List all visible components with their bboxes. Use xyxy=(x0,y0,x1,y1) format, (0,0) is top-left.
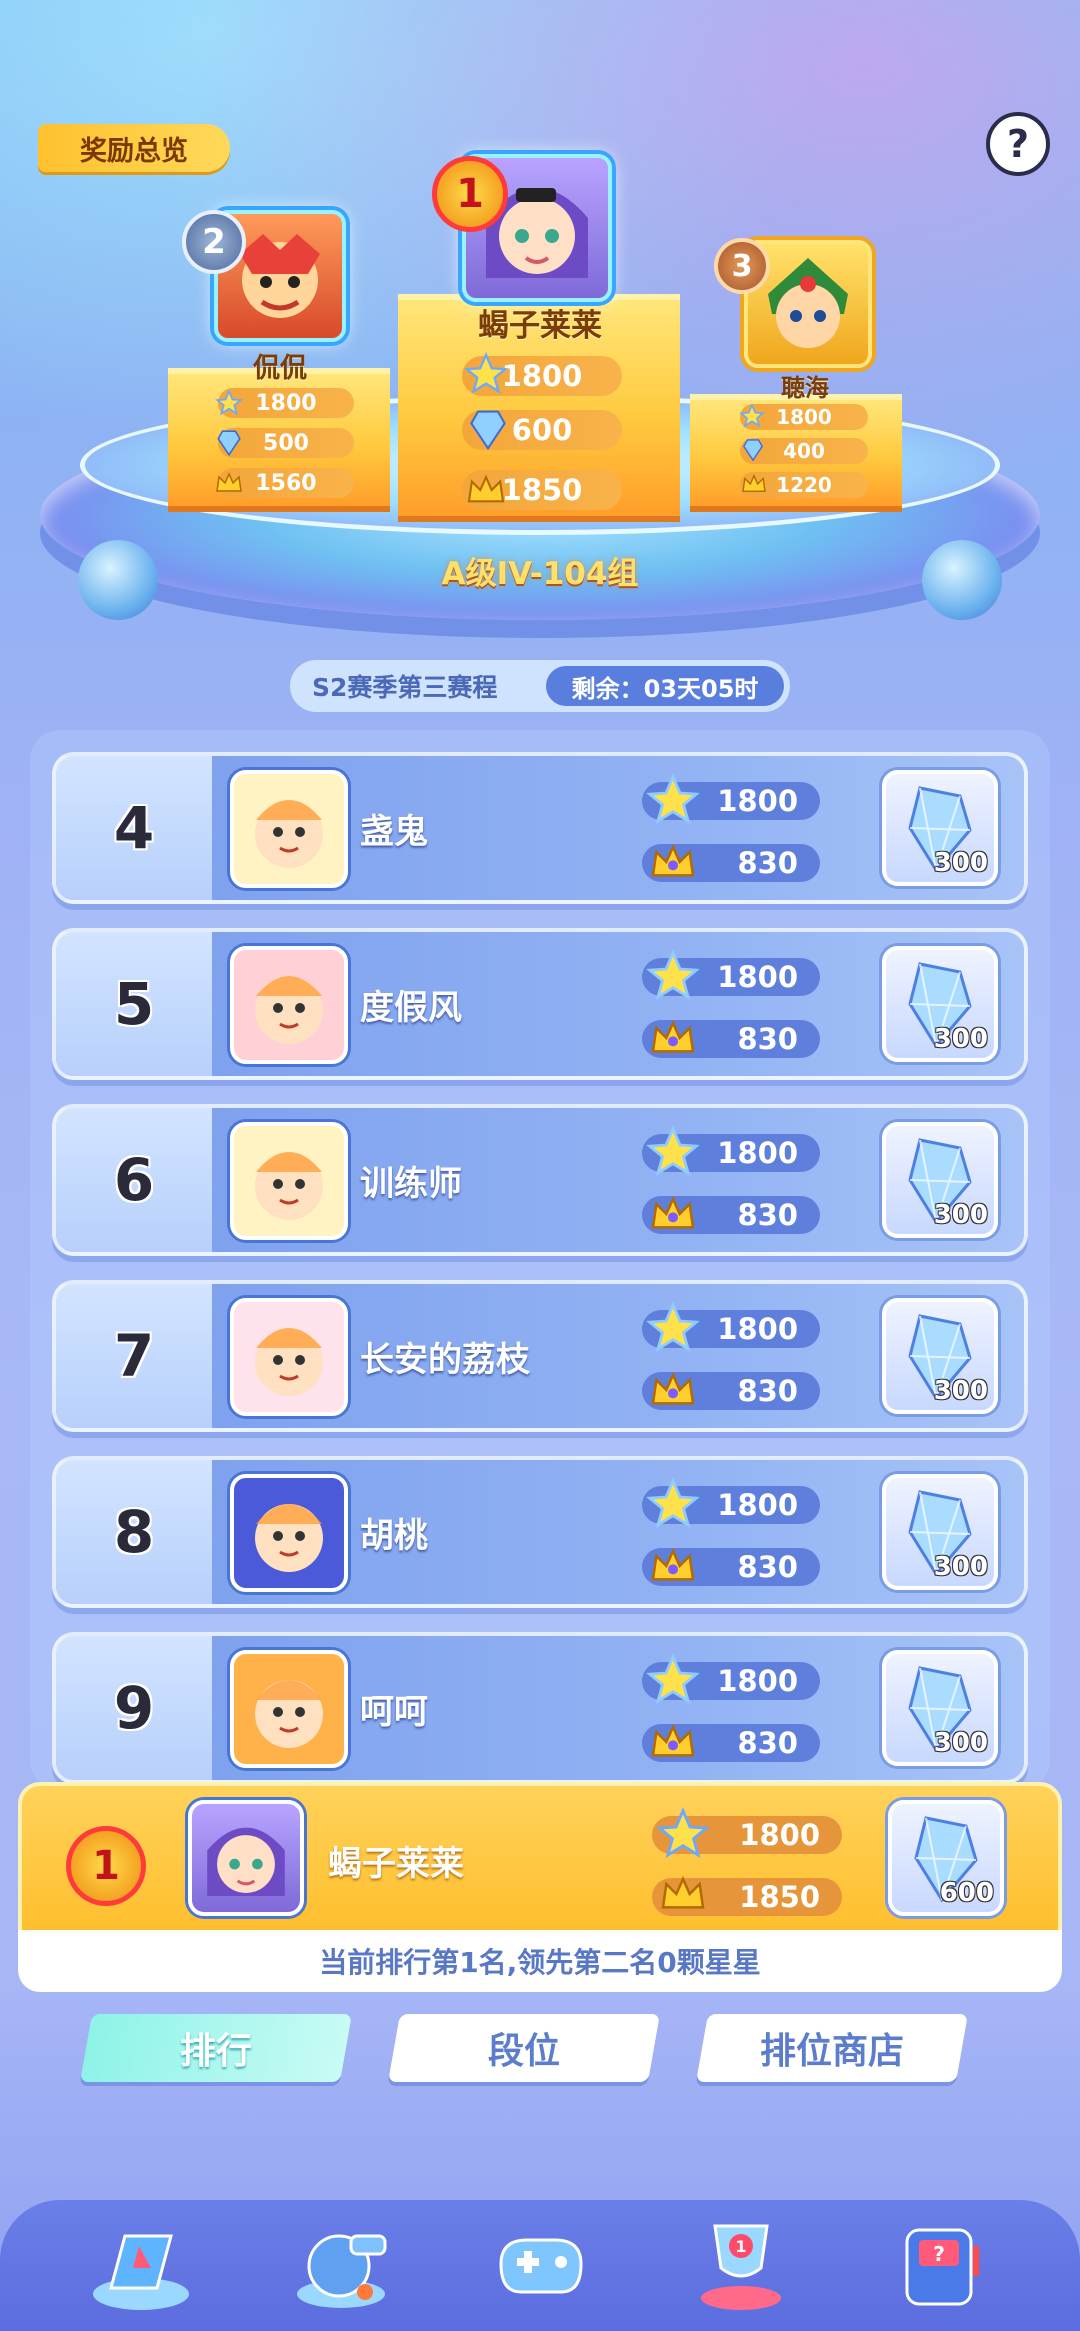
row-player-name: 长安的荔枝 xyxy=(360,1340,530,1380)
avatar[interactable] xyxy=(230,1298,348,1416)
avatar[interactable] xyxy=(230,770,348,888)
stage-light-left xyxy=(78,540,158,620)
row-reward-amount: 300 xyxy=(933,1552,988,1582)
crown-icon xyxy=(642,1014,704,1062)
avatar[interactable] xyxy=(230,1122,348,1240)
help-icon[interactable]: ? xyxy=(986,112,1050,176)
avatar[interactable] xyxy=(188,1800,304,1916)
whistle-icon[interactable] xyxy=(276,2196,406,2326)
first-place-name: 蝎子莱莱 xyxy=(478,308,602,344)
bronze-medal-icon: 3 xyxy=(714,238,770,294)
gold-medal-icon: 1 xyxy=(432,156,508,232)
table-row[interactable]: 5 度假风 1800 830 300 xyxy=(52,928,1028,1080)
group-title: A级IV-104组 xyxy=(441,556,639,592)
crown-icon xyxy=(214,468,244,498)
stage-light-right xyxy=(922,540,1002,620)
table-row[interactable]: 4 盏鬼 1800 830 300 xyxy=(52,752,1028,904)
row-rank: 7 xyxy=(56,1284,212,1428)
season-name: S2赛季第三赛程 xyxy=(312,673,498,702)
row-player-name: 胡桃 xyxy=(360,1516,428,1556)
row-reward-amount: 300 xyxy=(933,1024,988,1054)
reward-overview-button[interactable]: 奖励总览 xyxy=(38,124,230,172)
svg-text:1: 1 xyxy=(735,2237,746,2256)
row-rank: 8 xyxy=(56,1460,212,1604)
star-icon xyxy=(642,1124,704,1180)
row-reward-gem[interactable]: 300 xyxy=(882,1122,998,1238)
row-player-name: 盏鬼 xyxy=(360,812,428,852)
gold-medal-icon: 1 xyxy=(66,1826,146,1906)
crown-icon xyxy=(652,1870,714,1918)
star-icon xyxy=(738,402,766,430)
row-reward-gem[interactable]: 300 xyxy=(882,1650,998,1766)
row-rank: 4 xyxy=(56,756,212,900)
star-icon xyxy=(652,1806,714,1862)
row-reward-amount: 300 xyxy=(933,1728,988,1758)
row-player-name: 度假风 xyxy=(360,988,462,1028)
third-place-name: 聴海 xyxy=(781,374,829,402)
star-icon xyxy=(642,1300,704,1356)
row-reward-gem[interactable]: 300 xyxy=(882,1474,998,1590)
row-player-name: 呵呵 xyxy=(360,1692,428,1732)
my-reward-amount: 600 xyxy=(939,1878,994,1908)
row-reward-gem[interactable]: 300 xyxy=(882,1298,998,1414)
crown-icon xyxy=(642,1190,704,1238)
my-name: 蝎子莱莱 xyxy=(328,1844,464,1884)
my-reward-gem[interactable]: 600 xyxy=(888,1800,1004,1916)
row-rank: 6 xyxy=(56,1108,212,1252)
table-row[interactable]: 7 长安的荔枝 1800 830 300 xyxy=(52,1280,1028,1432)
table-row[interactable]: 9 呵呵 1800 830 300 xyxy=(52,1632,1028,1784)
table-row[interactable]: 8 胡桃 1800 830 300 xyxy=(52,1456,1028,1608)
second-place-name: 侃侃 xyxy=(253,353,307,384)
tab-rank-shop[interactable]: 排位商店 xyxy=(696,2014,968,2082)
row-reward-gem[interactable]: 300 xyxy=(882,946,998,1062)
silver-medal-icon: 2 xyxy=(182,210,246,274)
star-icon xyxy=(462,348,510,400)
tab-tier[interactable]: 段位 xyxy=(388,2014,660,2082)
tab-ranking[interactable]: 排行 xyxy=(80,2014,352,2082)
star-icon xyxy=(642,948,704,1004)
crown-icon xyxy=(642,1366,704,1414)
gamepad-icon[interactable] xyxy=(476,2196,606,2326)
star-icon xyxy=(642,1652,704,1708)
crown-icon xyxy=(642,1542,704,1590)
avatar[interactable] xyxy=(230,1474,348,1592)
crown-icon xyxy=(642,1718,704,1766)
my-rank-row[interactable]: 1 蝎子莱莱 1800 1850 600 xyxy=(18,1782,1062,1934)
avatar[interactable] xyxy=(230,1650,348,1768)
season-remaining: 剩余：03天05时 xyxy=(546,666,784,706)
crown-icon xyxy=(462,470,510,510)
my-rank-tip: 当前排行第1名,领先第二名0颗星星 xyxy=(18,1930,1062,1992)
row-reward-amount: 300 xyxy=(933,1200,988,1230)
row-rank: 9 xyxy=(56,1636,212,1780)
star-icon xyxy=(214,388,244,418)
crown-icon xyxy=(740,472,768,496)
star-icon xyxy=(642,1476,704,1532)
mystery-machine-icon[interactable]: ? xyxy=(876,2196,1006,2326)
gem-icon xyxy=(740,436,766,464)
avatar[interactable] xyxy=(230,946,348,1064)
svg-text:?: ? xyxy=(933,2242,945,2266)
table-row[interactable]: 6 训练师 1800 830 300 xyxy=(52,1104,1028,1256)
row-player-name: 训练师 xyxy=(360,1164,462,1204)
gem-icon xyxy=(214,428,244,458)
row-reward-amount: 300 xyxy=(933,1376,988,1406)
star-icon xyxy=(642,772,704,828)
row-reward-gem[interactable]: 300 xyxy=(882,770,998,886)
row-rank: 5 xyxy=(56,932,212,1076)
row-reward-amount: 300 xyxy=(933,848,988,878)
trophy-icon[interactable]: 1 xyxy=(676,2196,806,2326)
crown-icon xyxy=(642,838,704,886)
season-info: S2赛季第三赛程 剩余：03天05时 xyxy=(290,660,790,712)
adventure-icon[interactable] xyxy=(76,2196,206,2326)
gem-icon xyxy=(466,404,510,456)
